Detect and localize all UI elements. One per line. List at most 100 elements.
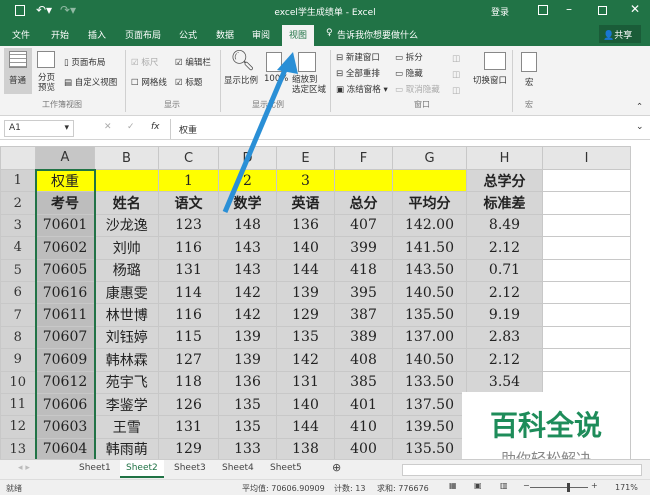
cell-C4[interactable]: 116 xyxy=(158,236,219,260)
row-header[interactable]: 6 xyxy=(0,280,36,305)
page-break-preview-button[interactable]: 分页 预览 xyxy=(38,73,55,93)
cell-G6[interactable]: 140.50 xyxy=(392,280,467,305)
cell-G10[interactable]: 133.50 xyxy=(392,370,467,394)
cell-B2[interactable]: 姓名 xyxy=(94,191,159,215)
cell-I3[interactable] xyxy=(542,213,631,238)
cell-C6[interactable]: 114 xyxy=(158,280,219,305)
column-header-H[interactable]: H xyxy=(466,146,543,170)
tab-file[interactable]: 文件 xyxy=(12,28,30,41)
add-sheet-button[interactable]: ⊕ xyxy=(332,461,341,474)
cell-I6[interactable] xyxy=(542,280,631,305)
tab-view[interactable]: 视图 xyxy=(282,25,315,46)
row-header[interactable]: 10 xyxy=(0,370,36,394)
normal-view-icon[interactable]: ▦ xyxy=(449,481,457,490)
cell-B1[interactable] xyxy=(94,168,159,193)
select-all-corner[interactable] xyxy=(0,146,36,170)
hide-button[interactable]: ▭ 隐藏 xyxy=(395,67,423,79)
cell-B5[interactable]: 杨璐 xyxy=(94,258,159,282)
cell-G3[interactable]: 142.00 xyxy=(392,213,467,238)
cell-B8[interactable]: 刘钰婷 xyxy=(94,325,159,350)
cell-B12[interactable]: 王雪 xyxy=(94,415,159,439)
enter-icon[interactable]: ✓ xyxy=(127,122,135,132)
cell-F2[interactable]: 总分 xyxy=(334,191,393,215)
cell-H10[interactable]: 3.54 xyxy=(466,370,543,394)
tab-home[interactable]: 开始 xyxy=(51,28,69,41)
cell-E8[interactable]: 135 xyxy=(276,325,335,350)
cell-I2[interactable] xyxy=(542,191,631,215)
cell-B13[interactable]: 韩雨萌 xyxy=(94,437,159,462)
cell-D12[interactable]: 135 xyxy=(218,415,277,439)
cell-E10[interactable]: 131 xyxy=(276,370,335,394)
cell-E13[interactable]: 138 xyxy=(276,437,335,462)
name-box[interactable]: A1 ▾ xyxy=(4,120,74,137)
cell-D6[interactable]: 142 xyxy=(218,280,277,305)
cell-A9[interactable]: 70609 xyxy=(34,348,96,372)
row-header[interactable]: 3 xyxy=(0,213,36,238)
macros-button[interactable]: 宏 xyxy=(525,76,534,88)
cell-G13[interactable]: 135.50 xyxy=(392,437,467,462)
zoom-level[interactable]: 171% xyxy=(615,483,638,492)
cell-H3[interactable]: 8.49 xyxy=(466,213,543,238)
page-break-icon[interactable]: ▥ xyxy=(500,481,508,490)
cell-H9[interactable]: 2.12 xyxy=(466,348,543,372)
tell-me-input[interactable]: 告诉我你想要做什么 xyxy=(337,28,418,41)
zoom-slider-thumb[interactable] xyxy=(567,483,570,492)
cell-B10[interactable]: 苑宇飞 xyxy=(94,370,159,394)
tab-review[interactable]: 审阅 xyxy=(252,28,270,41)
cell-A11[interactable]: 70606 xyxy=(34,392,96,417)
row-header[interactable]: 7 xyxy=(0,303,36,327)
cell-F1[interactable] xyxy=(334,168,393,193)
zoom-out-button[interactable]: − xyxy=(523,481,530,490)
cell-D10[interactable]: 136 xyxy=(218,370,277,394)
cell-D11[interactable]: 135 xyxy=(218,392,277,417)
cell-G7[interactable]: 135.50 xyxy=(392,303,467,327)
cell-H4[interactable]: 2.12 xyxy=(466,236,543,260)
collapse-ribbon-icon[interactable]: ⌃ xyxy=(636,102,643,112)
cell-B9[interactable]: 韩林霖 xyxy=(94,348,159,372)
cell-I1[interactable] xyxy=(542,168,631,193)
maximize-button[interactable] xyxy=(598,6,607,15)
minimize-button[interactable]: – xyxy=(566,2,572,16)
cell-G12[interactable]: 139.50 xyxy=(392,415,467,439)
cell-B3[interactable]: 沙龙逸 xyxy=(94,213,159,238)
cell-A1[interactable]: 权重 xyxy=(34,168,96,193)
tab-page-layout[interactable]: 页面布局 xyxy=(125,28,161,41)
formula-bar-checkbox[interactable]: ☑ 编辑栏 xyxy=(175,56,211,68)
cell-D7[interactable]: 142 xyxy=(218,303,277,327)
cell-B4[interactable]: 刘帅 xyxy=(94,236,159,260)
column-header-A[interactable]: A xyxy=(35,146,95,171)
gridlines-checkbox[interactable]: ☐ 网格线 xyxy=(131,76,167,88)
cell-B7[interactable]: 林世博 xyxy=(94,303,159,327)
cell-G5[interactable]: 143.50 xyxy=(392,258,467,282)
cell-A3[interactable]: 70601 xyxy=(34,213,96,238)
row-header[interactable]: 9 xyxy=(0,348,36,372)
scroll-sheets-left[interactable]: ◂ ▸ xyxy=(18,463,30,473)
cell-G11[interactable]: 137.50 xyxy=(392,392,467,417)
column-header-I[interactable]: I xyxy=(542,146,631,170)
row-header[interactable]: 8 xyxy=(0,325,36,350)
sheet-tab-3[interactable]: Sheet3 xyxy=(174,463,206,473)
cell-H7[interactable]: 9.19 xyxy=(466,303,543,327)
cell-E12[interactable]: 144 xyxy=(276,415,335,439)
cell-B11[interactable]: 李鉴学 xyxy=(94,392,159,417)
login-link[interactable]: 登录 xyxy=(491,5,509,18)
cell-F12[interactable]: 410 xyxy=(334,415,393,439)
column-header-C[interactable]: C xyxy=(158,146,219,170)
column-header-B[interactable]: B xyxy=(94,146,159,170)
insert-function-icon[interactable]: fx xyxy=(151,122,160,132)
cell-E9[interactable]: 142 xyxy=(276,348,335,372)
cell-G4[interactable]: 141.50 xyxy=(392,236,467,260)
tab-insert[interactable]: 插入 xyxy=(88,28,106,41)
sheet-tab-4[interactable]: Sheet4 xyxy=(222,463,254,473)
row-header[interactable]: 11 xyxy=(0,392,36,417)
cell-D13[interactable]: 133 xyxy=(218,437,277,462)
cell-D4[interactable]: 143 xyxy=(218,236,277,260)
cell-D9[interactable]: 139 xyxy=(218,348,277,372)
cell-I5[interactable] xyxy=(542,258,631,282)
cell-I8[interactable] xyxy=(542,325,631,350)
cell-D8[interactable]: 139 xyxy=(218,325,277,350)
cell-F8[interactable]: 389 xyxy=(334,325,393,350)
cell-F4[interactable]: 399 xyxy=(334,236,393,260)
cell-I9[interactable] xyxy=(542,348,631,372)
cell-G1[interactable] xyxy=(392,168,467,193)
